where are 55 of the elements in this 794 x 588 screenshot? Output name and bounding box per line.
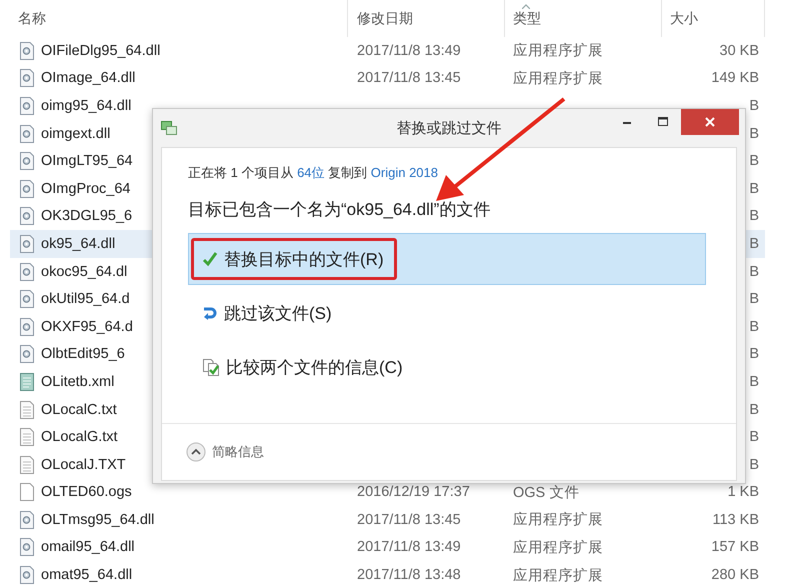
file-size: 157 KB (711, 539, 759, 556)
file-size: B (749, 402, 759, 418)
file-size: 149 KB (711, 70, 759, 86)
copy-status-text: 正在将 1 个项目从 64位 复制到 Origin 2018 (188, 164, 439, 182)
file-size: B (749, 180, 759, 197)
file-name: OlbtEdit95_6 (41, 346, 125, 362)
file-name: OK3DGL95_6 (41, 208, 132, 224)
file-size: B (749, 374, 759, 390)
file-name: OIFileDlg95_64.dll (41, 42, 160, 59)
file-name: omat95_64.dll (41, 567, 132, 584)
file-name: omail95_64.dll (41, 539, 135, 556)
file-name: OImgProc_64 (41, 180, 130, 197)
file-name: ok95_64.dll (41, 236, 116, 252)
file-size: B (749, 429, 759, 446)
file-size: 280 KB (711, 567, 759, 584)
file-size: B (749, 126, 759, 142)
modified-date: 2017/11/8 13:45 (357, 512, 461, 528)
dialog-title: 替换或跳过文件 (396, 118, 502, 138)
file-name: OLocalJ.TXT (41, 456, 126, 473)
file-size: B (749, 98, 759, 114)
file-size: B (749, 208, 759, 224)
file-name: OLTmsg95_64.dll (41, 512, 154, 528)
conflict-heading: 目标已包含一个名为“ok95_64.dll”的文件 (188, 199, 492, 221)
file-name: oimgext.dll (41, 126, 110, 142)
file-size: B (749, 236, 759, 252)
file-size: B (749, 456, 759, 473)
file-size: B (749, 318, 759, 335)
modified-date: 2017/11/8 13:49 (357, 42, 461, 59)
file-name: okoc95_64.dl (41, 264, 128, 280)
file-type: 应用程序扩展 (513, 43, 603, 60)
file-type: 应用程序扩展 (513, 70, 603, 87)
file-size: 1 KB (728, 484, 759, 500)
file-name: OKXF95_64.d (41, 318, 133, 335)
modified-date: 2017/11/8 13:49 (357, 539, 461, 556)
file-size: B (749, 291, 759, 308)
file-name: OLocalC.txt (41, 402, 117, 418)
file-size: 30 KB (720, 42, 759, 59)
file-name: OLocalG.txt (41, 429, 118, 446)
file-name: OLitetb.xml (41, 374, 114, 390)
file-name: okUtil95_64.d (41, 291, 130, 308)
modified-date: 2016/12/19 17:37 (357, 484, 470, 500)
file-type: 应用程序扩展 (513, 540, 603, 556)
file-name: OImgLT95_64 (41, 153, 133, 170)
file-name: oimg95_64.dll (41, 98, 132, 114)
file-size: B (749, 153, 759, 170)
file-type: OGS 文件 (513, 484, 580, 501)
file-type: 应用程序扩展 (513, 512, 603, 528)
file-size: B (749, 264, 759, 280)
modified-date: 2017/11/8 13:48 (357, 567, 461, 584)
file-name: OImage_64.dll (41, 70, 136, 86)
file-name: OLTED60.ogs (41, 484, 132, 500)
file-size: 113 KB (712, 512, 759, 528)
file-size: B (749, 346, 759, 362)
modified-date: 2017/11/8 13:45 (357, 70, 461, 86)
file-type: 应用程序扩展 (513, 568, 603, 584)
